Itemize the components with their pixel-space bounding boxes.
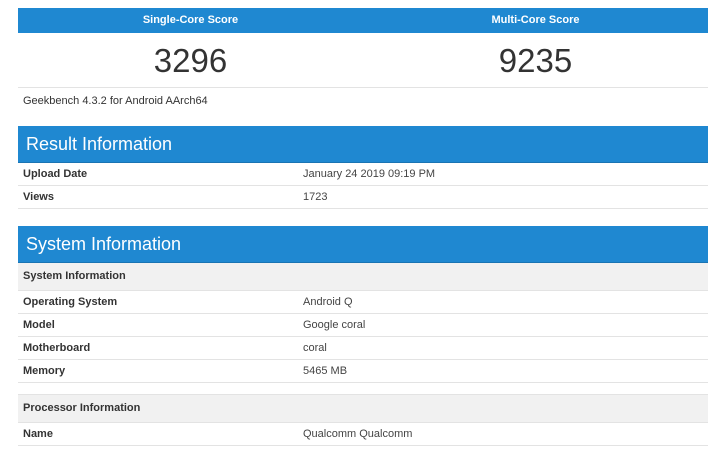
benchmark-result-page: Single-Core Score 3296 Multi-Core Score … bbox=[18, 8, 708, 446]
row-key: Motherboard bbox=[18, 336, 298, 360]
single-core-column: Single-Core Score 3296 bbox=[18, 8, 363, 88]
table-row: Views 1723 bbox=[18, 185, 708, 209]
row-value: 1723 bbox=[298, 185, 708, 209]
system-information-table: Operating System Android Q Model Google … bbox=[18, 291, 708, 383]
row-key: Name bbox=[18, 423, 298, 446]
row-value: Qualcomm Qualcomm bbox=[298, 423, 708, 446]
multi-core-score: 9235 bbox=[363, 33, 708, 88]
table-row: Model Google coral bbox=[18, 313, 708, 337]
row-value: coral bbox=[298, 336, 708, 360]
result-information-header: Result Information bbox=[18, 126, 708, 163]
table-row: Name Qualcomm Qualcomm bbox=[18, 423, 708, 446]
row-key: Operating System bbox=[18, 291, 298, 314]
multi-core-header: Multi-Core Score bbox=[363, 8, 708, 33]
row-value: Android Q bbox=[298, 291, 708, 314]
single-core-header: Single-Core Score bbox=[18, 8, 363, 33]
row-key: Memory bbox=[18, 359, 298, 383]
processor-subsection-header: Processor Information bbox=[18, 395, 708, 423]
row-value: 5465 MB bbox=[298, 359, 708, 383]
system-information-header: System Information bbox=[18, 226, 708, 263]
table-row: Upload Date January 24 2019 09:19 PM bbox=[18, 163, 708, 186]
row-key: Upload Date bbox=[18, 163, 298, 186]
processor-information-table: Name Qualcomm Qualcomm bbox=[18, 423, 708, 446]
multi-core-column: Multi-Core Score 9235 bbox=[363, 8, 708, 88]
score-panel: Single-Core Score 3296 Multi-Core Score … bbox=[18, 8, 708, 88]
result-information-table: Upload Date January 24 2019 09:19 PM Vie… bbox=[18, 163, 708, 209]
table-row: Operating System Android Q bbox=[18, 291, 708, 314]
version-note: Geekbench 4.3.2 for Android AArch64 bbox=[23, 95, 208, 107]
row-key: Views bbox=[18, 185, 298, 209]
section-spacer bbox=[18, 383, 708, 395]
row-value: Google coral bbox=[298, 313, 708, 337]
row-key: Model bbox=[18, 313, 298, 337]
table-row: Motherboard coral bbox=[18, 336, 708, 360]
row-value: January 24 2019 09:19 PM bbox=[298, 163, 708, 186]
table-row: Memory 5465 MB bbox=[18, 359, 708, 383]
system-subsection-header: System Information bbox=[18, 263, 708, 291]
single-core-score: 3296 bbox=[18, 33, 363, 88]
